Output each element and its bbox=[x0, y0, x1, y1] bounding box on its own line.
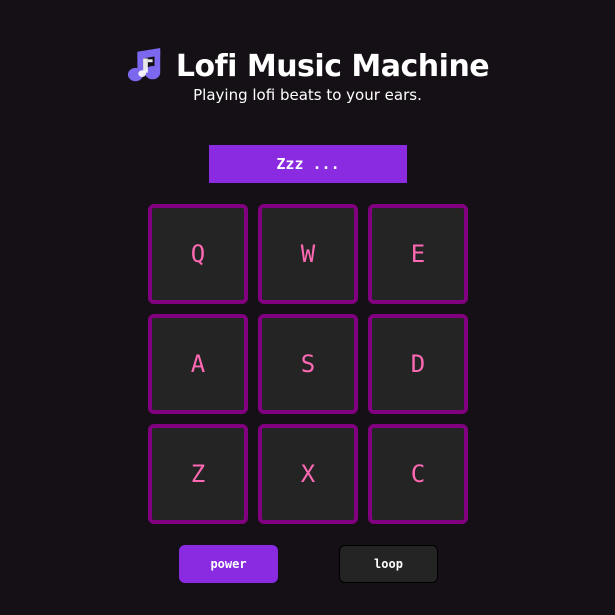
drum-pad-c[interactable]: C bbox=[368, 424, 468, 524]
drum-pad-x[interactable]: X bbox=[258, 424, 358, 524]
title-group: Lofi Music Machine bbox=[126, 47, 490, 85]
power-button[interactable]: power bbox=[179, 545, 278, 583]
lofi-music-machine-app: Lofi Music Machine Playing lofi beats to… bbox=[0, 0, 615, 615]
page-subtitle: Playing lofi beats to your ears. bbox=[193, 86, 422, 104]
drum-pad-e[interactable]: E bbox=[368, 204, 468, 304]
drum-pad-z[interactable]: Z bbox=[148, 424, 248, 524]
pad-key-label: C bbox=[410, 460, 426, 488]
pad-key-label: S bbox=[300, 350, 316, 378]
pad-key-label: Q bbox=[190, 240, 206, 268]
pad-key-label: E bbox=[410, 240, 426, 268]
page-title: Lofi Music Machine bbox=[175, 48, 490, 84]
drum-pad-d[interactable]: D bbox=[368, 314, 468, 414]
pad-key-label: A bbox=[190, 350, 206, 378]
pad-key-label: D bbox=[410, 350, 426, 378]
drum-pad-w[interactable]: W bbox=[258, 204, 358, 304]
control-bar: power loop bbox=[0, 545, 615, 583]
pad-key-label: Z bbox=[190, 460, 206, 488]
app-header: Lofi Music Machine bbox=[0, 42, 615, 90]
drum-pad-a[interactable]: A bbox=[148, 314, 248, 414]
drum-pad-grid: Q W E A S D Z X C bbox=[148, 204, 468, 524]
loop-button[interactable]: loop bbox=[339, 545, 438, 583]
drum-pad-s[interactable]: S bbox=[258, 314, 358, 414]
music-notes-icon bbox=[127, 47, 161, 82]
pad-key-label: W bbox=[300, 240, 316, 268]
drum-pad-q[interactable]: Q bbox=[148, 204, 248, 304]
pad-key-label: X bbox=[300, 460, 316, 488]
status-display: Zzz ... bbox=[209, 145, 407, 183]
